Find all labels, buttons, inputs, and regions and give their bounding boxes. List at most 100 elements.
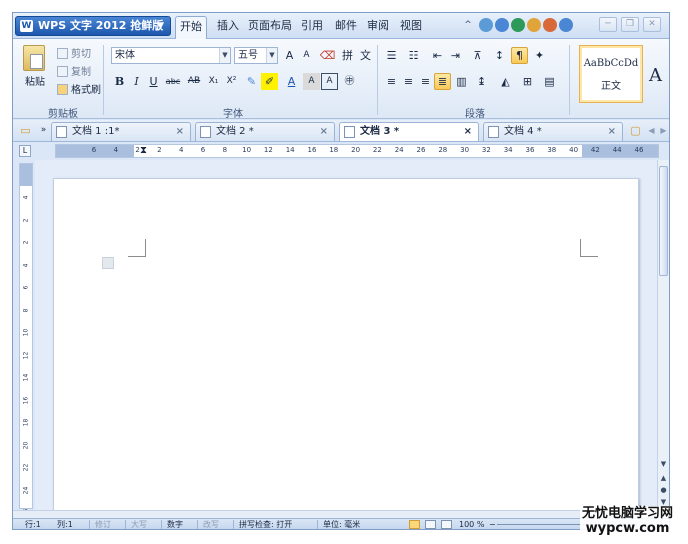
close-icon[interactable]: ×	[464, 123, 472, 141]
grow-font-button[interactable]: A	[281, 47, 298, 64]
align-center-icon[interactable]: ≡	[400, 73, 417, 90]
char-shading-icon[interactable]: A	[303, 73, 320, 90]
shrink-font-button[interactable]: A	[298, 47, 315, 64]
char-border-button[interactable]: A	[321, 73, 338, 90]
minimize-button[interactable]: ─	[599, 17, 617, 32]
window-icon[interactable]	[479, 18, 493, 32]
show-marks-button[interactable]: ¶	[511, 47, 528, 64]
vertical-ruler[interactable]: 422468101214161820222426	[19, 163, 33, 516]
tab-review[interactable]: 审阅	[363, 16, 393, 38]
tab-scroll-right-icon[interactable]: ▶	[655, 122, 669, 139]
format-painter-button[interactable]: 格式刷	[57, 81, 101, 96]
subscript-button[interactable]: X₁	[205, 73, 222, 90]
home-icon[interactable]	[495, 18, 509, 32]
style-normal-button[interactable]: AaBbCcDd 正文	[579, 45, 643, 103]
copy-label: 复制	[71, 67, 91, 78]
unit-status[interactable]: 单位: 毫米	[323, 519, 360, 529]
vertical-ruler-tick: 2	[22, 240, 30, 245]
tab-view[interactable]: 视图	[396, 16, 426, 38]
tab-home[interactable]: 开始	[175, 16, 207, 39]
close-icon[interactable]: ×	[608, 123, 616, 141]
text-effect-icon[interactable]: ✎	[243, 73, 260, 90]
numbering-icon[interactable]: ☷	[405, 47, 422, 64]
refresh-icon[interactable]	[511, 18, 525, 32]
phonetic-icon[interactable]: 拼	[339, 47, 356, 64]
vertical-scrollbar[interactable]: ▼ ▲ ● ▼	[657, 160, 669, 510]
close-icon[interactable]: ×	[320, 123, 328, 141]
increase-indent-icon[interactable]: ⇥	[447, 47, 464, 64]
doc-tab-4[interactable]: 文档 4 * ×	[483, 122, 623, 141]
cut-button[interactable]: 剪切	[57, 45, 91, 60]
doc-tab-3[interactable]: 文档 3 * ×	[339, 122, 479, 141]
horizontal-ruler[interactable]: ⧗ 6 4 2 2 4 6 8 10 12 14 16 18 20 22 24 26 28 30 32 34 36 38 4…	[55, 144, 659, 158]
user-icon[interactable]	[543, 18, 557, 32]
overwrite-indicator[interactable]: 改写	[203, 519, 219, 529]
spell-check-status[interactable]: 拼写检查: 打开	[239, 519, 292, 529]
format-painter-label: 格式刷	[71, 85, 101, 96]
prev-page-icon[interactable]: ▲	[659, 474, 668, 483]
track-changes-toggle[interactable]: 修订	[95, 519, 111, 529]
decrease-indent-icon[interactable]: ⇤	[429, 47, 446, 64]
close-icon[interactable]: ×	[176, 123, 184, 141]
distributed-icon[interactable]: ▥	[453, 73, 470, 90]
highlight-icon[interactable]: ✐	[261, 73, 278, 90]
close-button[interactable]: ✕	[643, 17, 661, 32]
skin-icon[interactable]	[527, 18, 541, 32]
page-view-icon[interactable]	[409, 520, 420, 529]
doc-tab-1[interactable]: 文档 1 :1* ×	[51, 122, 191, 141]
collapse-ribbon-icon[interactable]: ^	[461, 18, 475, 32]
bold-button[interactable]: B	[111, 73, 128, 90]
tab-stop-selector[interactable]: L	[19, 145, 31, 157]
italic-button[interactable]: I	[128, 73, 145, 90]
sort-icon[interactable]: ↕	[491, 47, 508, 64]
char-border-icon[interactable]: 文	[357, 47, 374, 64]
wps-logo-icon: W	[20, 20, 33, 32]
wps-app-menu-button[interactable]: W WPS 文字 2012 抢鲜版 ▼	[15, 16, 171, 36]
tab-insert[interactable]: 插入	[213, 16, 243, 38]
indent-marker-icon[interactable]: ⧗	[140, 145, 147, 157]
select-browse-object-icon[interactable]: ●	[659, 486, 668, 495]
horizontal-scrollbar[interactable]	[13, 510, 657, 518]
new-style-button[interactable]: A	[649, 65, 662, 86]
paste-icon[interactable]	[23, 45, 45, 71]
web-view-icon[interactable]	[441, 520, 452, 529]
font-size-select[interactable]: 五号 ▼	[234, 47, 278, 64]
tab-references[interactable]: 引用	[297, 16, 327, 38]
tabs-overflow-icon[interactable]: »	[35, 122, 52, 139]
paragraph-settings-icon[interactable]: ▤	[541, 73, 558, 90]
document-page[interactable]	[53, 178, 639, 510]
ruler-tick: 24	[394, 146, 404, 154]
justify-button[interactable]: ≣	[434, 73, 451, 90]
zoom-level[interactable]: 100 %	[459, 519, 484, 529]
zoom-out-button[interactable]: −	[489, 519, 496, 529]
copy-button[interactable]: 复制	[57, 63, 91, 78]
borders-icon[interactable]: ⊞	[519, 73, 536, 90]
shading-icon[interactable]: ◭	[497, 73, 514, 90]
clear-format-icon[interactable]: ⌫	[319, 47, 336, 64]
chinese-layout-icon[interactable]: ⊼	[469, 47, 486, 64]
underline-button[interactable]: U	[145, 73, 162, 90]
restore-button[interactable]: ❐	[621, 17, 639, 32]
vertical-ruler-tick: 4	[22, 195, 30, 200]
font-family-select[interactable]: 宋体 ▼	[111, 47, 231, 64]
new-document-icon[interactable]: ▢	[627, 122, 644, 139]
tab-page-layout[interactable]: 页面布局	[247, 16, 293, 38]
help-icon[interactable]	[559, 18, 573, 32]
tab-mailings[interactable]: 邮件	[331, 16, 361, 38]
outline-view-icon[interactable]	[425, 520, 436, 529]
strikethrough-abc-button[interactable]: abc	[163, 73, 183, 90]
font-color-button[interactable]: A	[283, 73, 300, 90]
superscript-button[interactable]: X²	[223, 73, 240, 90]
doc-tab-2[interactable]: 文档 2 * ×	[195, 122, 335, 141]
double-strike-button[interactable]: AB	[185, 73, 203, 90]
line-spacing-icon[interactable]: ↨	[473, 73, 490, 90]
enclose-char-icon[interactable]: ㊥	[341, 73, 358, 90]
styles-format-icon[interactable]: ✦	[531, 47, 548, 64]
scroll-down-icon[interactable]: ▼	[659, 460, 668, 469]
folder-icon[interactable]: ▭	[17, 122, 34, 139]
align-right-icon[interactable]: ≡	[417, 73, 434, 90]
scroll-thumb[interactable]	[659, 166, 668, 276]
align-left-icon[interactable]: ≡	[383, 73, 400, 90]
paste-button[interactable]: 粘贴	[25, 73, 45, 88]
bullets-icon[interactable]: ☰	[383, 47, 400, 64]
